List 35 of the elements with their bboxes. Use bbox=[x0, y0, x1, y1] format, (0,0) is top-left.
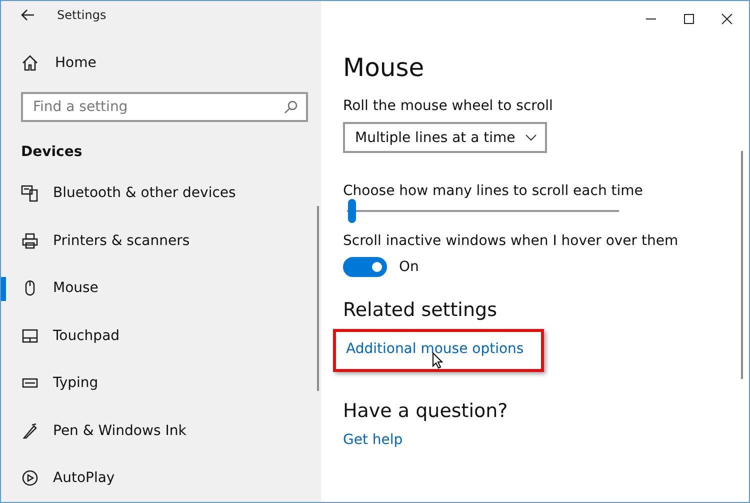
help-link[interactable]: Get help bbox=[343, 432, 403, 448]
slider-thumb[interactable] bbox=[348, 199, 356, 223]
maximize-icon[interactable] bbox=[683, 13, 695, 25]
pen-icon bbox=[21, 422, 39, 440]
cursor-icon bbox=[432, 352, 443, 369]
toggle-state: On bbox=[399, 259, 419, 275]
setting-label: Choose how many lines to scroll each time bbox=[343, 183, 644, 199]
nav-item[interactable]: Touchpad bbox=[53, 328, 120, 344]
search-icon bbox=[284, 100, 298, 114]
nav-item[interactable]: AutoPlay bbox=[53, 470, 115, 486]
chevron-down-icon bbox=[525, 134, 538, 142]
back-arrow-icon[interactable] bbox=[21, 9, 35, 22]
settings-link[interactable]: Additional mouse options bbox=[346, 341, 524, 357]
home-icon bbox=[21, 54, 39, 72]
home-link[interactable]: Home bbox=[55, 54, 96, 71]
window-title: Settings bbox=[57, 8, 106, 22]
nav-item[interactable]: Printers & scanners bbox=[53, 232, 190, 249]
nav-item[interactable]: Pen & Windows Ink bbox=[53, 422, 186, 439]
nav-item[interactable]: Typing bbox=[53, 375, 98, 392]
bluetooth-devices-icon bbox=[21, 184, 39, 202]
nav-item[interactable]: Bluetooth & other devices bbox=[53, 185, 236, 202]
setting-label: Roll the mouse wheel to scroll bbox=[343, 98, 554, 114]
close-icon[interactable] bbox=[721, 13, 733, 25]
toggle-switch[interactable] bbox=[343, 257, 387, 277]
section-heading: Related settings bbox=[343, 299, 498, 321]
nav-item[interactable]: Mouse bbox=[53, 280, 98, 296]
touchpad-icon bbox=[21, 326, 39, 345]
section-heading: Have a question? bbox=[343, 400, 509, 422]
search-field[interactable]: Find a setting bbox=[21, 92, 308, 122]
page-title: Mouse bbox=[343, 53, 426, 82]
play-icon bbox=[21, 469, 39, 488]
scroll-dropdown[interactable]: Multiple lines at a time bbox=[343, 122, 548, 153]
setting-label: Scroll inactive windows when I hover over them bbox=[343, 233, 680, 249]
section-heading: Devices bbox=[20, 142, 84, 162]
printer-icon bbox=[21, 232, 39, 250]
